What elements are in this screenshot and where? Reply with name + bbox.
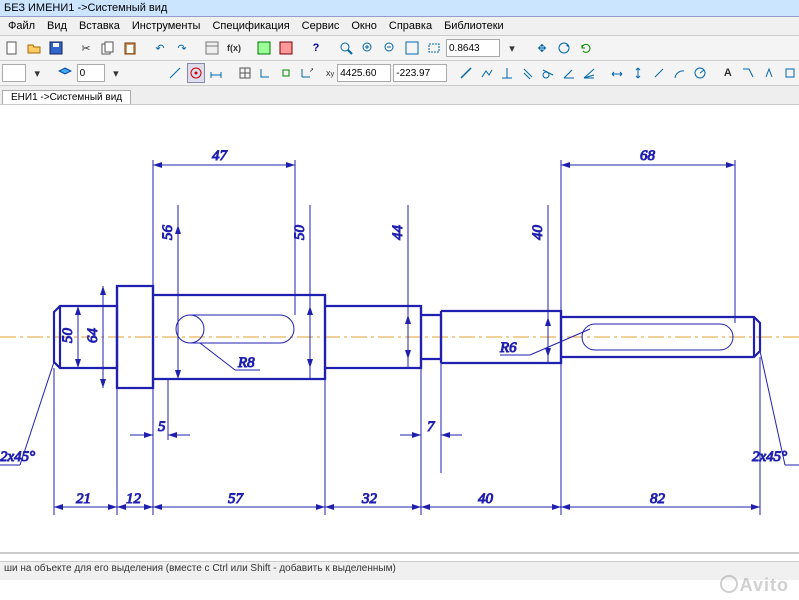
parallel-icon[interactable] bbox=[518, 63, 537, 83]
datum-icon[interactable] bbox=[780, 63, 799, 83]
status-hint: ши на объекте для его выделения (вместе … bbox=[4, 563, 396, 574]
dim-label: 44 bbox=[390, 225, 406, 241]
dim-label: 64 bbox=[85, 328, 101, 344]
menu-insert[interactable]: Вставка bbox=[73, 18, 126, 34]
zoom-input[interactable] bbox=[446, 39, 500, 57]
dim-label: 40 bbox=[478, 491, 494, 507]
dim-label: 50 bbox=[60, 328, 76, 344]
polyline-icon[interactable] bbox=[477, 63, 496, 83]
zoom-window-icon[interactable] bbox=[336, 38, 356, 58]
horizontal-dim-icon[interactable] bbox=[608, 63, 627, 83]
text-icon[interactable]: A bbox=[719, 63, 738, 83]
vertical-dim-icon[interactable] bbox=[629, 63, 648, 83]
status-bar: ши на объекте для его выделения (вместе … bbox=[0, 561, 799, 580]
zoom-out-icon[interactable] bbox=[380, 38, 400, 58]
refresh-icon[interactable] bbox=[576, 38, 596, 58]
layer-index-input[interactable] bbox=[77, 64, 105, 82]
menu-spec[interactable]: Спецификация bbox=[206, 18, 295, 34]
toolbar-secondary: ▾ ▾ ↗ xy A bbox=[0, 61, 799, 86]
rotate-icon[interactable] bbox=[554, 38, 574, 58]
menu-bar: Файл Вид Вставка Инструменты Спецификаци… bbox=[0, 17, 799, 36]
dimension-icon[interactable] bbox=[207, 63, 226, 83]
dim-label: 56 bbox=[160, 225, 176, 241]
dim-label: 12 bbox=[126, 491, 142, 507]
toolbar-main: ✂ ↶ ↷ f(x) ? ▾ ✥ bbox=[0, 36, 799, 61]
pan-icon[interactable]: ✥ bbox=[532, 38, 552, 58]
dim-label: 5 bbox=[158, 419, 166, 435]
coord-y-input[interactable] bbox=[393, 64, 447, 82]
drawing-canvas[interactable]: 47 68 50 64 56 50 44 40 R8 bbox=[0, 105, 799, 575]
dropdown3-icon[interactable]: ▾ bbox=[107, 63, 126, 83]
help-icon[interactable]: ? bbox=[306, 38, 326, 58]
tab-bar: ЕНИ1 ->Системный вид bbox=[0, 86, 799, 105]
paste-icon[interactable] bbox=[120, 38, 140, 58]
dim-label: 21 bbox=[76, 491, 91, 507]
dim-label: 40 bbox=[530, 225, 546, 241]
segment-icon[interactable] bbox=[457, 63, 476, 83]
angular-dim-icon[interactable] bbox=[670, 63, 689, 83]
dim-label: 68 bbox=[640, 148, 656, 164]
properties-icon[interactable] bbox=[202, 38, 222, 58]
dim-label: 47 bbox=[212, 148, 229, 164]
tangent-icon[interactable] bbox=[539, 63, 558, 83]
copy-icon[interactable] bbox=[98, 38, 118, 58]
angle-line-icon[interactable] bbox=[560, 63, 579, 83]
menu-help[interactable]: Справка bbox=[383, 18, 438, 34]
zoom-selection-icon[interactable] bbox=[424, 38, 444, 58]
grid-icon[interactable] bbox=[235, 63, 254, 83]
menu-file[interactable]: Файл bbox=[2, 18, 41, 34]
coord-x-input[interactable] bbox=[337, 64, 391, 82]
local-cs-icon[interactable]: ↗ bbox=[297, 63, 316, 83]
line-icon[interactable] bbox=[166, 63, 185, 83]
window-title: БЕЗ ИМЕНИ1 ->Системный вид bbox=[4, 2, 167, 14]
undo-icon[interactable]: ↶ bbox=[150, 38, 170, 58]
roughness-icon[interactable] bbox=[760, 63, 779, 83]
dim-label: 82 bbox=[650, 491, 666, 507]
snap-icon[interactable] bbox=[187, 63, 206, 83]
dropdown2-icon[interactable]: ▾ bbox=[28, 63, 47, 83]
coord-label-icon: xy bbox=[325, 63, 335, 83]
title-bar: БЕЗ ИМЕНИ1 ->Системный вид bbox=[0, 0, 799, 17]
snap-endpoint-icon[interactable] bbox=[276, 63, 295, 83]
save-icon[interactable] bbox=[46, 38, 66, 58]
dim-label: R6 bbox=[499, 340, 517, 356]
layers-icon[interactable] bbox=[56, 63, 75, 83]
cut-icon[interactable]: ✂ bbox=[76, 38, 96, 58]
dim-label: 32 bbox=[361, 491, 378, 507]
dim-label: 50 bbox=[292, 225, 308, 241]
redo-icon[interactable]: ↷ bbox=[172, 38, 192, 58]
dropdown-icon[interactable]: ▾ bbox=[502, 38, 522, 58]
dim-label: 57 bbox=[228, 491, 245, 507]
new-icon[interactable] bbox=[2, 38, 22, 58]
fx-icon[interactable]: f(x) bbox=[224, 38, 244, 58]
dim-label: 7 bbox=[427, 419, 436, 435]
document-tab[interactable]: ЕНИ1 ->Системный вид bbox=[2, 90, 131, 104]
aligned-dim-icon[interactable] bbox=[649, 63, 668, 83]
leader-icon[interactable] bbox=[739, 63, 758, 83]
open-icon[interactable] bbox=[24, 38, 44, 58]
library-icon[interactable] bbox=[276, 38, 296, 58]
variables-icon[interactable] bbox=[254, 38, 274, 58]
style-index-input[interactable] bbox=[2, 64, 26, 82]
menu-service[interactable]: Сервис bbox=[296, 18, 346, 34]
dim-label: 2x45° bbox=[0, 449, 35, 465]
menu-tools[interactable]: Инструменты bbox=[126, 18, 207, 34]
svg-text:↗: ↗ bbox=[309, 68, 313, 74]
ortho-icon[interactable] bbox=[256, 63, 275, 83]
perpendicular-icon[interactable] bbox=[498, 63, 517, 83]
bisector-icon[interactable] bbox=[580, 63, 599, 83]
radius-dim-icon[interactable] bbox=[690, 63, 709, 83]
menu-view[interactable]: Вид bbox=[41, 18, 73, 34]
dim-label: 2x45° bbox=[752, 449, 787, 465]
menu-libs[interactable]: Библиотеки bbox=[438, 18, 510, 34]
menu-window[interactable]: Окно bbox=[345, 18, 383, 34]
zoom-in-icon[interactable] bbox=[358, 38, 378, 58]
dim-label: R8 bbox=[237, 355, 255, 371]
watermark: Avito bbox=[720, 575, 789, 596]
zoom-fit-icon[interactable] bbox=[402, 38, 422, 58]
